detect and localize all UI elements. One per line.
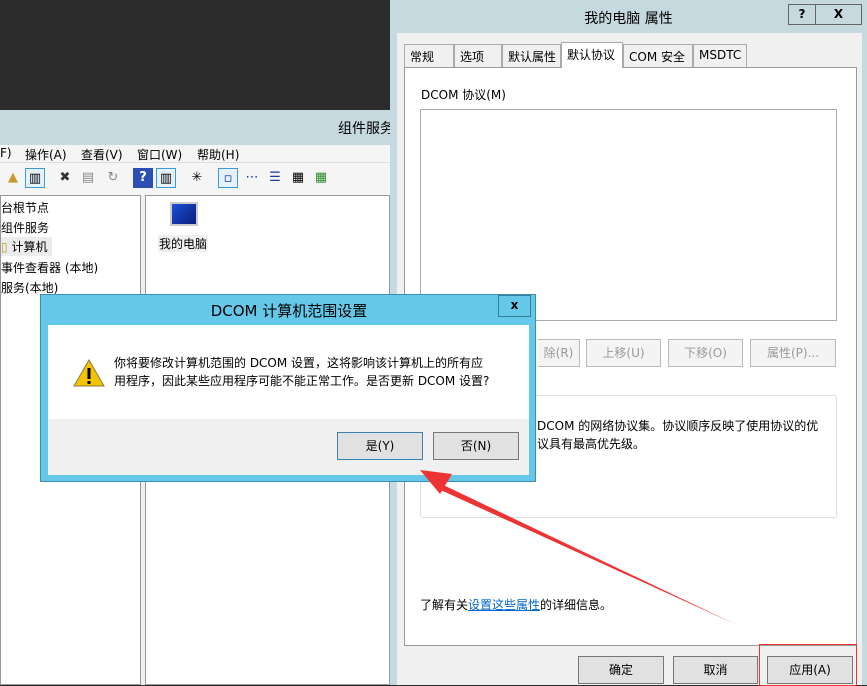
show-hide-tree-icon[interactable]: ▥ bbox=[25, 168, 45, 188]
highlight-box bbox=[759, 644, 857, 686]
properties-icon[interactable]: ▤ bbox=[78, 168, 98, 188]
remove-button[interactable]: 除(R) bbox=[538, 339, 580, 367]
delete-icon[interactable]: ✖ bbox=[55, 168, 75, 188]
yes-button[interactable]: 是(Y) bbox=[337, 432, 423, 460]
info-text: 了解有关设置这些属性的详细信息。 bbox=[420, 598, 613, 612]
new-icon[interactable]: ✳ bbox=[187, 168, 207, 188]
properties-button[interactable]: 属性(P)... bbox=[750, 339, 836, 367]
cancel-button[interactable]: 取消 bbox=[673, 656, 758, 684]
tree-item-computers[interactable]: ▯ 计算机 bbox=[1, 237, 53, 256]
dcom-dialog-footer: 是(Y) 否(N) bbox=[48, 419, 529, 475]
menu-window[interactable]: 窗口(W) bbox=[137, 146, 182, 163]
protocols-label: DCOM 协议(M) bbox=[421, 88, 506, 102]
dcom-dialog-title: DCOM 计算机范围设置 bbox=[210, 302, 368, 320]
description-line-2: 议具有最高优先级。 bbox=[537, 437, 646, 451]
up-folder-icon[interactable]: ▲ bbox=[3, 168, 23, 188]
folder-icon: ▯ bbox=[1, 240, 8, 254]
tab-msdtc[interactable]: MSDTC bbox=[693, 44, 747, 67]
protocols-list[interactable] bbox=[420, 109, 837, 321]
dcom-close-button[interactable]: x bbox=[498, 295, 531, 317]
toolbar: ▲ ▥ ✖ ▤ ↻ ? ▥ ✳ ▫ ⋯ ☰ ▦ ▦ bbox=[0, 163, 390, 195]
menu-file[interactable]: F) bbox=[0, 146, 12, 160]
tree-item-component-services[interactable]: 组件服务 bbox=[1, 219, 49, 236]
dcom-confirm-dialog: DCOM 计算机范围设置 x 你将要修改计算机范围的 DCOM 设置，这将影响该… bbox=[40, 294, 536, 482]
move-down-button[interactable]: 下移(O) bbox=[668, 339, 743, 367]
tree-item-event-viewer[interactable]: 事件查看器 (本地) bbox=[1, 259, 98, 276]
dcom-message-line-1: 你将要修改计算机范围的 DCOM 设置，这将影响该计算机上的所有应 bbox=[114, 356, 484, 370]
detail-view-icon[interactable]: ▦ bbox=[288, 168, 308, 188]
menu-help[interactable]: 帮助(H) bbox=[197, 146, 239, 163]
ok-button[interactable]: 确定 bbox=[578, 656, 664, 684]
dcom-message-line-2: 用程序，因此某些应用程序可能不能正常工作。是否更新 DCOM 设置? bbox=[114, 374, 490, 388]
status-view-icon[interactable]: ▦ bbox=[311, 168, 331, 188]
refresh-icon[interactable]: ↻ bbox=[103, 168, 123, 188]
dcom-dialog-body: 你将要修改计算机范围的 DCOM 设置，这将影响该计算机上的所有应 用程序，因此… bbox=[48, 325, 529, 419]
move-up-button[interactable]: 上移(U) bbox=[586, 339, 661, 367]
tree-item-root[interactable]: 台根节点 bbox=[1, 199, 49, 216]
tab-com-security[interactable]: COM 安全 bbox=[623, 44, 693, 67]
title-bar: 组件服务 bbox=[0, 110, 395, 145]
settings-link[interactable]: 设置这些属性 bbox=[468, 598, 540, 612]
menu-view[interactable]: 查看(V) bbox=[81, 146, 123, 163]
close-button[interactable]: X bbox=[815, 4, 862, 25]
menu-action[interactable]: 操作(A) bbox=[25, 146, 67, 163]
computer-icon[interactable] bbox=[170, 202, 198, 226]
large-icons-icon[interactable]: ▫ bbox=[218, 168, 238, 188]
my-computer-item[interactable]: 我的电脑 bbox=[158, 235, 209, 252]
menu-bar: F) 操作(A) 查看(V) 窗口(W) 帮助(H) bbox=[0, 145, 390, 163]
description-line-1: DCOM 的网络协议集。协议顺序反映了使用协议的优 bbox=[537, 419, 819, 433]
show-action-pane-icon[interactable]: ▥ bbox=[156, 168, 176, 188]
help-icon[interactable]: ? bbox=[133, 168, 153, 188]
small-icons-icon[interactable]: ⋯ bbox=[242, 168, 262, 188]
warning-icon bbox=[73, 359, 105, 387]
window-title: 组件服务 bbox=[338, 121, 394, 137]
list-view-icon[interactable]: ☰ bbox=[265, 168, 285, 188]
tab-options[interactable]: 选项 bbox=[454, 44, 502, 67]
tab-general[interactable]: 常规 bbox=[404, 44, 454, 67]
tab-default-properties[interactable]: 默认属性 bbox=[502, 44, 561, 67]
help-button[interactable]: ? bbox=[788, 4, 816, 25]
tab-default-protocols[interactable]: 默认协议 bbox=[561, 42, 623, 68]
no-button[interactable]: 否(N) bbox=[433, 432, 519, 460]
